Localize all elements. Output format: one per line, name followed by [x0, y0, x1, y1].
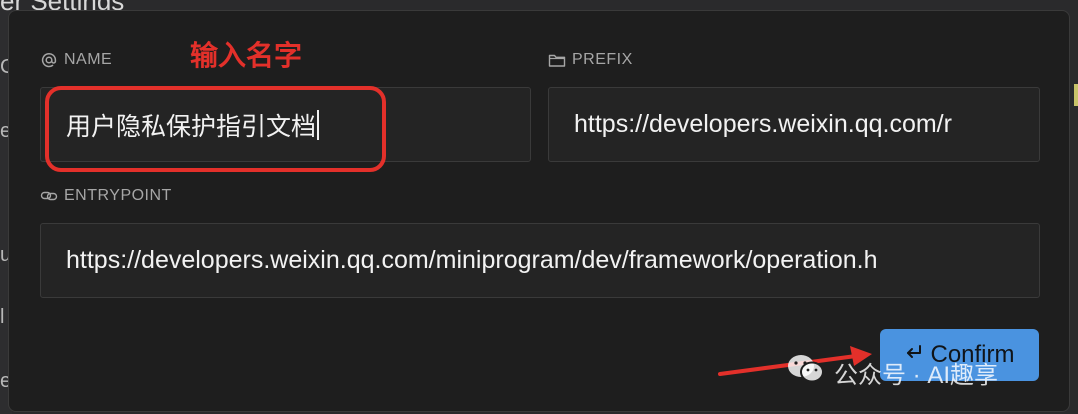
prefix-label-text: PREFIX — [572, 51, 633, 68]
name-field-label: NAME — [40, 51, 112, 69]
at-icon — [40, 51, 58, 69]
folder-icon — [548, 51, 566, 69]
annotation-highlight-box — [45, 86, 386, 172]
watermark-text: 公众号 · AI趣享 — [834, 362, 999, 389]
prefix-input[interactable]: https://developers.weixin.qq.com/r — [548, 87, 1040, 162]
entrypoint-field-label: ENTRYPOINT — [40, 187, 172, 205]
link-icon — [40, 187, 58, 205]
watermark: 公众号 · AI趣享 — [786, 353, 998, 392]
entrypoint-label-text: ENTRYPOINT — [64, 187, 172, 204]
prefix-field-label: PREFIX — [548, 51, 633, 69]
background-scroll-marker — [1074, 84, 1078, 106]
annotation-label: 输入名字 — [190, 40, 303, 71]
entrypoint-input[interactable]: https://developers.weixin.qq.com/minipro… — [40, 223, 1040, 298]
name-label-text: NAME — [64, 51, 113, 68]
entrypoint-input-value: https://developers.weixin.qq.com/minipro… — [66, 246, 878, 274]
wechat-icon — [786, 353, 826, 392]
prefix-input-value: https://developers.weixin.qq.com/r — [574, 110, 952, 138]
